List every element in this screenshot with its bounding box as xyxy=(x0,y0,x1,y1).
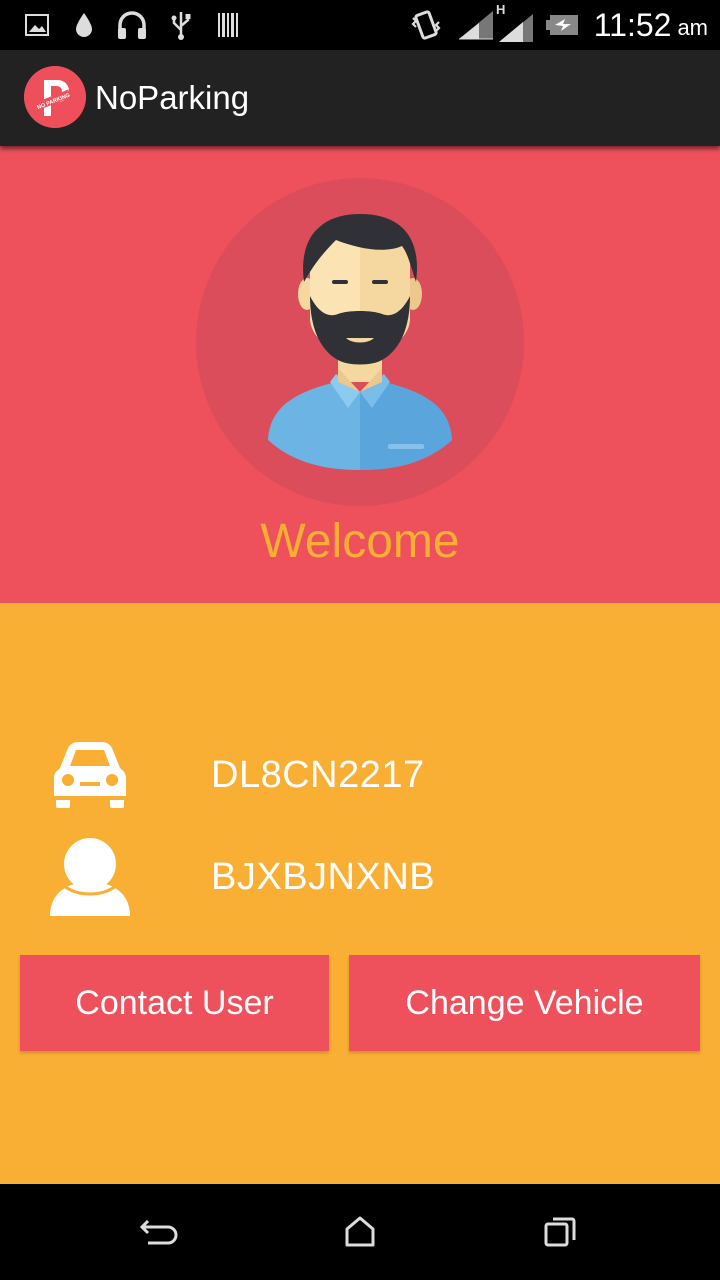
status-bar: H 11:52 am xyxy=(0,0,720,50)
person-icon xyxy=(48,832,132,922)
vehicle-row: DL8CN2217 xyxy=(0,730,720,820)
user-row: BJXBJNXNB xyxy=(0,832,720,922)
profile-header: Welcome xyxy=(0,146,720,603)
clock-ampm: am xyxy=(677,15,708,40)
signal-h-icon: H xyxy=(496,0,536,50)
details-panel: DL8CN2217 BJXBJNXNB Contact User Change … xyxy=(0,603,720,1184)
vibrate-icon xyxy=(408,0,444,50)
change-vehicle-button[interactable]: Change Vehicle xyxy=(349,955,700,1051)
image-icon xyxy=(22,0,52,50)
headset-icon xyxy=(114,0,150,50)
network-type-label: H xyxy=(496,2,506,17)
welcome-title: Welcome xyxy=(260,515,460,568)
battery-charging-icon xyxy=(544,0,582,50)
home-icon[interactable] xyxy=(300,1184,420,1280)
signal-icon xyxy=(456,0,496,50)
app-title: NoParking xyxy=(95,79,250,116)
navigation-bar xyxy=(0,1184,720,1280)
user-name: BJXBJNXNB xyxy=(211,856,436,898)
app-bar: NO PARKING NoParking xyxy=(0,50,720,146)
barcode-icon xyxy=(216,0,240,50)
vehicle-number: DL8CN2217 xyxy=(211,754,425,796)
usb-icon xyxy=(168,0,194,50)
car-icon xyxy=(48,730,132,820)
water-drop-icon xyxy=(72,0,96,50)
noparking-logo-icon: NO PARKING xyxy=(24,66,86,128)
bearded-man-avatar-icon xyxy=(196,178,524,506)
back-icon[interactable] xyxy=(100,1184,220,1280)
clock: 11:52 am xyxy=(594,0,708,50)
contact-user-button[interactable]: Contact User xyxy=(20,955,329,1051)
clock-time: 11:52 xyxy=(593,6,672,43)
recents-icon[interactable] xyxy=(500,1184,620,1280)
